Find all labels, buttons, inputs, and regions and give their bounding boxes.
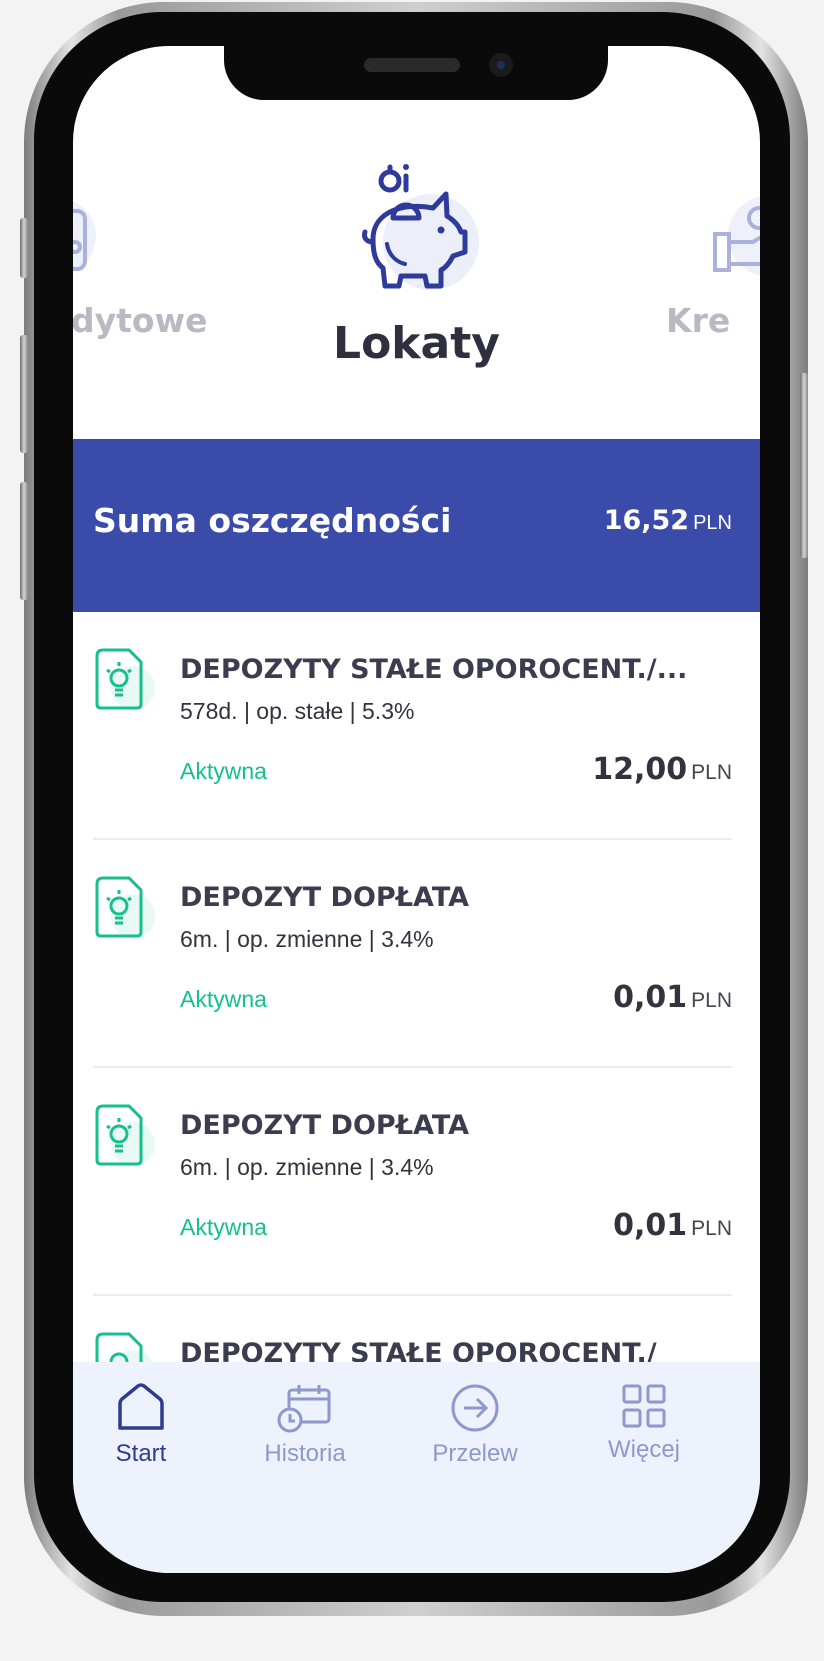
deposit-lightbulb-icon xyxy=(95,648,157,719)
tab-wiecej[interactable]: Więcej xyxy=(569,1382,719,1464)
credit-card-icon[interactable] xyxy=(73,196,103,281)
tab-historia[interactable]: Historia xyxy=(230,1382,380,1468)
category-right-label[interactable]: Kre xyxy=(666,301,730,340)
piggy-bank-icon xyxy=(343,164,483,299)
tab-label: Start xyxy=(115,1440,167,1467)
speaker-grille xyxy=(364,58,460,72)
calendar-clock-icon xyxy=(277,1385,331,1433)
deposit-details: 6m. | op. zmienne | 3.4% xyxy=(180,1154,434,1180)
tab-label: Przelew xyxy=(432,1440,518,1467)
front-camera xyxy=(489,53,513,77)
tab-przelew[interactable]: Przelew xyxy=(400,1382,550,1468)
savings-summary-banner: Suma oszczędności 16,52 PLN xyxy=(73,439,760,612)
grid-icon xyxy=(622,1384,666,1428)
deposit-amount-value: 0,01 xyxy=(613,980,688,1015)
deposit-status: Aktywna xyxy=(180,986,267,1012)
deposit-name: DEPOZYTY STAŁE OPOROCENT./... xyxy=(180,654,688,685)
bottom-tab-bar: Start Historia Przelew Więcej xyxy=(73,1362,760,1573)
savings-summary-title: Suma oszczędności xyxy=(93,501,452,540)
deposit-name: DEPOZYT DOPŁATA xyxy=(180,1110,470,1141)
deposit-amount-value: 12,00 xyxy=(592,752,688,787)
home-icon xyxy=(118,1383,164,1430)
deposit-amount-currency: PLN xyxy=(691,761,732,784)
deposit-details: 578d. | op. stałe | 5.3% xyxy=(180,698,415,724)
deposit-amount: 0,01 PLN xyxy=(613,1208,732,1243)
savings-amount-currency: PLN xyxy=(693,512,732,534)
deposit-amount: 12,00 PLN xyxy=(592,752,732,787)
category-current-title: Lokaty xyxy=(333,318,500,369)
deposit-amount-currency: PLN xyxy=(691,1217,732,1240)
deposit-item[interactable]: DEPOZYTY STAŁE OPOROCENT./... 578d. | op… xyxy=(73,612,760,840)
power-button xyxy=(800,373,808,558)
deposit-item[interactable]: DEPOZYT DOPŁATA 6m. | op. zmienne | 3.4%… xyxy=(73,840,760,1068)
volume-down-button xyxy=(20,482,28,600)
deposit-amount-currency: PLN xyxy=(691,989,732,1012)
app-screen: dytowe Lokaty Kre Suma oszczędności 16,5… xyxy=(73,46,760,1573)
tab-label: Więcej xyxy=(607,1436,680,1463)
deposit-status: Aktywna xyxy=(180,758,267,784)
deposit-item[interactable]: DEPOZYT DOPŁATA 6m. | op. zmienne | 3.4%… xyxy=(73,1068,760,1296)
volume-up-button xyxy=(20,335,28,453)
deposits-list: DEPOZYTY STAŁE OPOROCENT./... 578d. | op… xyxy=(73,612,760,1402)
hand-coin-icon[interactable] xyxy=(713,196,760,281)
savings-amount-value: 16,52 xyxy=(603,505,690,536)
deposit-lightbulb-icon xyxy=(95,876,157,947)
deposit-amount: 0,01 PLN xyxy=(613,980,732,1015)
mute-switch xyxy=(20,218,28,278)
tab-label: Historia xyxy=(264,1440,346,1467)
deposit-name: DEPOZYT DOPŁATA xyxy=(180,882,470,913)
arrow-circle-icon xyxy=(451,1384,499,1432)
savings-summary-amount: 16,52 PLN xyxy=(604,505,732,536)
tab-start[interactable]: Start xyxy=(73,1382,216,1468)
deposit-lightbulb-icon xyxy=(95,1104,157,1175)
deposit-status: Aktywna xyxy=(180,1214,267,1240)
phone-notch xyxy=(224,46,608,100)
deposit-amount-value: 0,01 xyxy=(613,1208,688,1243)
deposit-details: 6m. | op. zmienne | 3.4% xyxy=(180,926,434,952)
